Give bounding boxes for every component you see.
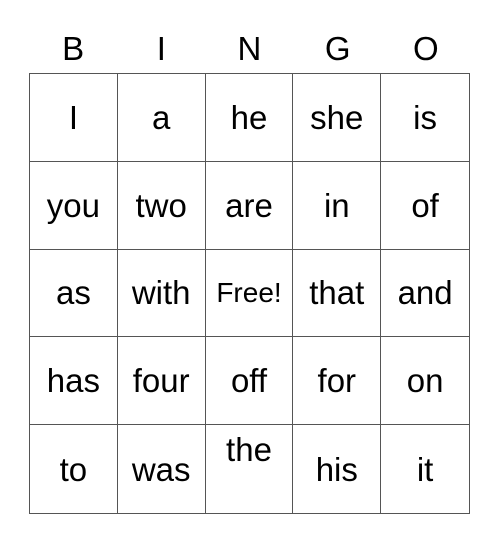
bingo-cell[interactable]: it xyxy=(381,425,469,513)
bingo-cell[interactable]: as xyxy=(30,249,118,338)
bingo-cell[interactable]: to xyxy=(30,425,118,513)
bingo-cell[interactable]: a xyxy=(117,74,206,162)
bingo-cell[interactable]: his xyxy=(293,425,382,513)
bingo-cell[interactable]: on xyxy=(381,337,469,426)
bingo-cell[interactable]: the xyxy=(206,425,294,513)
bingo-cell[interactable]: two xyxy=(117,161,206,250)
bingo-cell[interactable]: he xyxy=(205,74,294,162)
bingo-cell[interactable]: off xyxy=(205,337,294,426)
bingo-cell[interactable]: are xyxy=(205,161,294,250)
bingo-grid: I a he she is you two are in of as with … xyxy=(29,73,470,514)
bingo-cell[interactable]: I xyxy=(30,74,118,162)
bingo-cell[interactable]: that xyxy=(293,249,382,338)
bingo-cell[interactable]: of xyxy=(381,162,469,250)
bingo-cell[interactable]: has xyxy=(30,337,118,426)
header-letter-i: I xyxy=(156,30,166,67)
bingo-cell[interactable]: you xyxy=(30,161,118,250)
header-letter-o: O xyxy=(413,30,439,67)
header-letter-n: N xyxy=(237,30,262,67)
bingo-cell[interactable]: she xyxy=(293,74,382,162)
header-letter-g: G xyxy=(324,30,351,67)
bingo-cell[interactable]: for xyxy=(293,337,382,426)
bingo-cell[interactable]: with xyxy=(117,249,206,338)
header-letter-b: B xyxy=(62,30,85,67)
free-space-cell[interactable]: Free! xyxy=(205,249,294,338)
bingo-cell[interactable]: was xyxy=(118,425,206,513)
bingo-cell[interactable]: is xyxy=(381,74,469,162)
bingo-header: B I N G O xyxy=(29,28,470,70)
bingo-cell[interactable]: four xyxy=(117,337,206,426)
bingo-cell[interactable]: in xyxy=(293,161,382,250)
bingo-cell[interactable]: and xyxy=(381,250,469,338)
